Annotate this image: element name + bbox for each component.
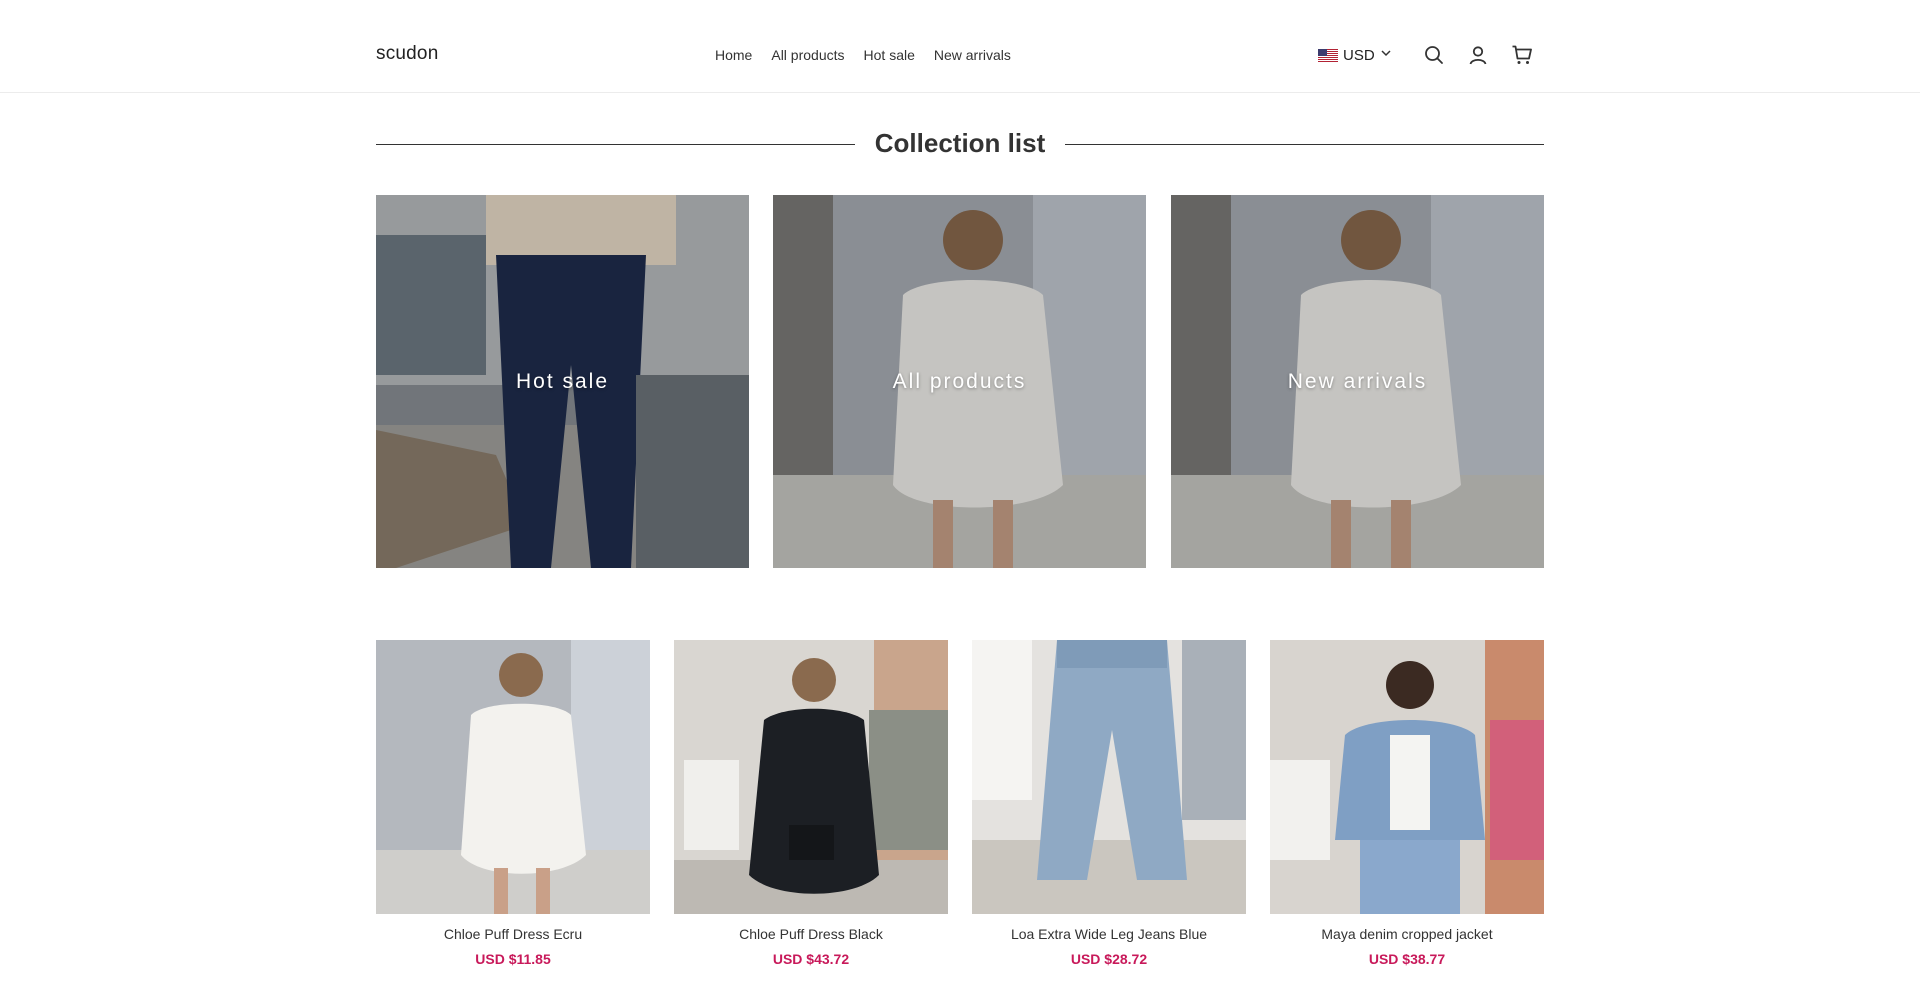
collection-label: All products xyxy=(892,370,1027,393)
nav-home[interactable]: Home xyxy=(715,47,752,63)
product-name[interactable]: Chloe Puff Dress Ecru xyxy=(376,926,650,942)
product-card[interactable]: Maya denim cropped jacket USD $38.77 xyxy=(1270,640,1544,967)
section-title: Collection list xyxy=(376,128,1544,159)
product-image[interactable] xyxy=(376,640,650,914)
collection-card-all-products[interactable]: All products xyxy=(773,195,1146,568)
product-card[interactable]: Chloe Puff Dress Black USD $43.72 xyxy=(674,640,948,967)
currency-code: USD xyxy=(1343,46,1375,64)
collection-label: Hot sale xyxy=(515,370,610,393)
search-icon[interactable] xyxy=(1423,44,1445,66)
product-name[interactable]: Loa Extra Wide Leg Jeans Blue xyxy=(972,926,1246,942)
product-image[interactable] xyxy=(972,640,1246,914)
nav-all-products[interactable]: All products xyxy=(771,47,844,63)
main-nav: Home All products Hot sale New arrivals xyxy=(715,47,1011,63)
product-image[interactable] xyxy=(674,640,948,914)
product-price: USD $43.72 xyxy=(772,951,850,967)
currency-selector[interactable]: USD xyxy=(1318,46,1392,64)
cart-icon[interactable] xyxy=(1511,44,1533,66)
collection-card-new-arrivals[interactable]: New arrivals xyxy=(1171,195,1544,568)
nav-hot-sale[interactable]: Hot sale xyxy=(864,47,915,63)
product-price: USD $11.85 xyxy=(475,951,551,967)
site-header: scudon Home All products Hot sale New ar… xyxy=(0,0,1920,93)
product-card[interactable]: Chloe Puff Dress Ecru USD $11.85 xyxy=(376,640,650,967)
collection-label: New arrivals xyxy=(1287,370,1428,393)
nav-new-arrivals[interactable]: New arrivals xyxy=(934,47,1011,63)
product-image[interactable] xyxy=(1270,640,1544,914)
store-logo[interactable]: scudon xyxy=(376,43,438,65)
product-price: USD $38.77 xyxy=(1368,951,1446,967)
collection-list-heading: Collection list xyxy=(376,126,1544,162)
product-card[interactable]: Loa Extra Wide Leg Jeans Blue USD $28.72 xyxy=(972,640,1246,967)
us-flag-icon xyxy=(1318,48,1338,62)
account-icon[interactable] xyxy=(1467,44,1489,66)
product-price: USD $28.72 xyxy=(1070,951,1148,967)
product-name[interactable]: Maya denim cropped jacket xyxy=(1270,926,1544,942)
chevron-down-icon xyxy=(1380,46,1392,64)
product-name[interactable]: Chloe Puff Dress Black xyxy=(674,926,948,942)
collection-card-hot-sale[interactable]: Hot sale xyxy=(376,195,749,568)
